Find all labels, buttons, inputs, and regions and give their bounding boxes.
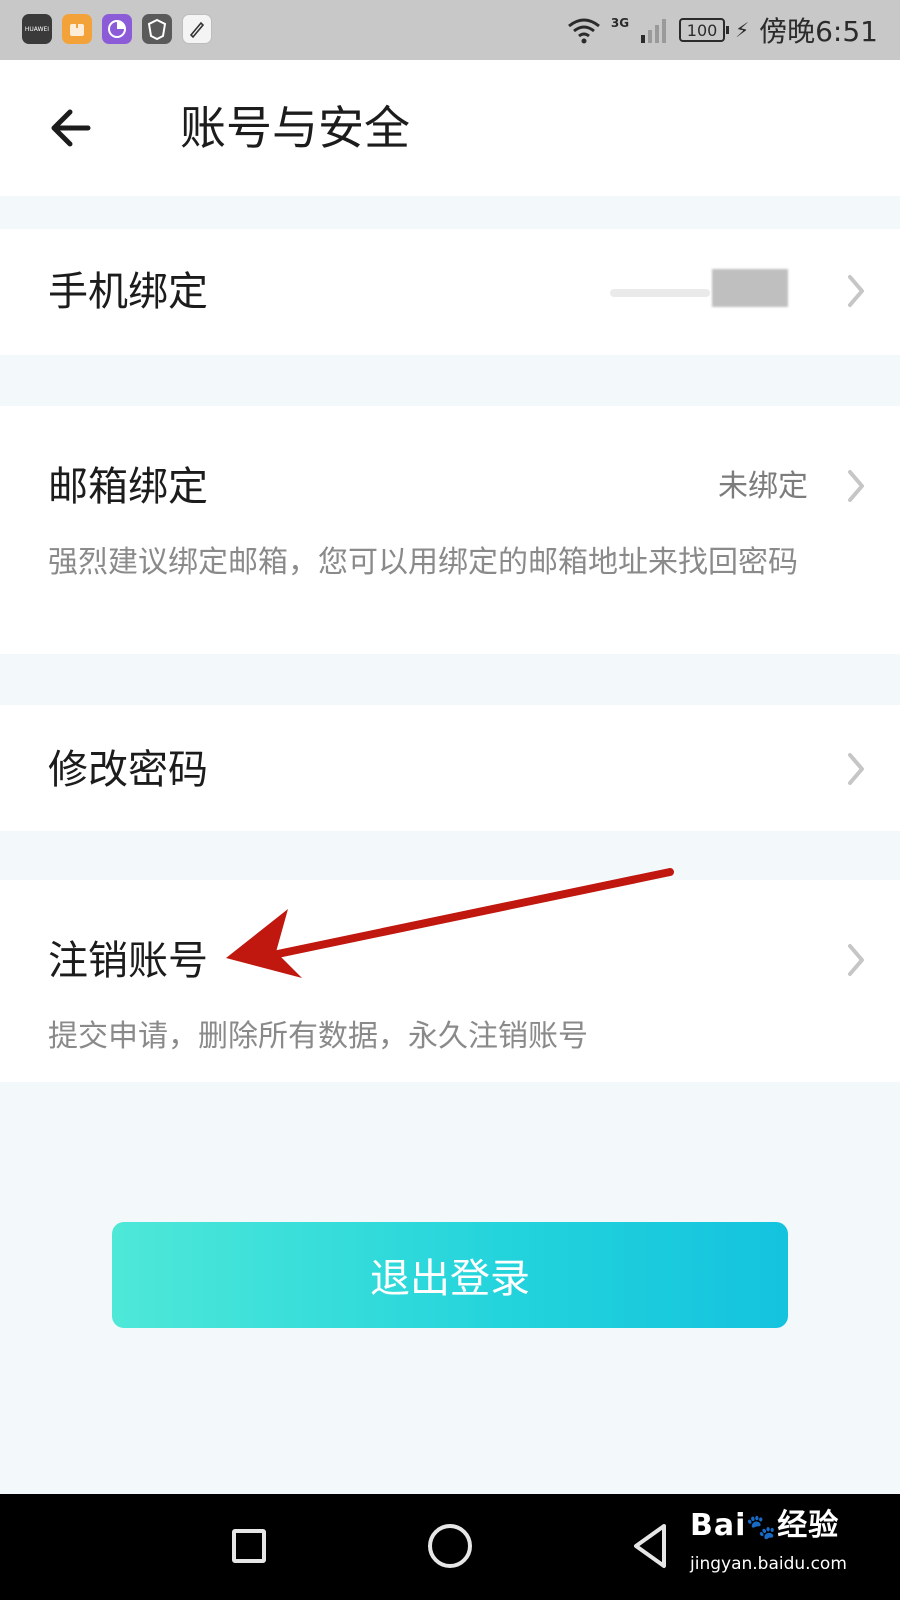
- deactivate-account-title: 注销账号: [48, 938, 208, 984]
- chart-app-icon: [102, 14, 132, 44]
- redacted-phone-blur: [610, 289, 710, 297]
- huawei-icon: HUAWEI: [22, 14, 52, 44]
- email-binding-title: 邮箱绑定: [48, 464, 208, 510]
- deactivate-account-row[interactable]: 注销账号 提交申请，删除所有数据，永久注销账号: [0, 880, 900, 1082]
- watermark-logo: Bai🐾经验: [690, 1506, 860, 1547]
- change-password-title: 修改密码: [48, 747, 208, 793]
- phone-binding-title: 手机绑定: [48, 269, 208, 315]
- phone-binding-row[interactable]: 手机绑定: [0, 229, 900, 355]
- paw-icon: 🐾: [746, 1513, 778, 1541]
- deactivate-account-description: 提交申请，删除所有数据，永久注销账号: [48, 1019, 588, 1054]
- logout-label: 退出登录: [370, 1256, 530, 1302]
- watermark-brand-suffix: 经验: [777, 1508, 840, 1543]
- network-type-label: 3G: [610, 16, 630, 30]
- triangle-back-icon[interactable]: [630, 1522, 670, 1570]
- chevron-right-icon: [848, 275, 864, 307]
- email-binding-row[interactable]: 邮箱绑定 未绑定 强烈建议绑定邮箱，您可以用绑定的邮箱地址来找回密码: [0, 406, 900, 654]
- notification-icons: HUAWEI: [22, 14, 212, 44]
- charging-icon: ⚡: [735, 18, 750, 42]
- email-binding-description: 强烈建议绑定邮箱，您可以用绑定的邮箱地址来找回密码: [48, 545, 798, 580]
- chevron-right-icon: [848, 470, 864, 502]
- app-header: 账号与安全: [0, 60, 900, 196]
- chevron-right-icon: [848, 753, 864, 785]
- logout-button[interactable]: 退出登录: [112, 1222, 788, 1328]
- chevron-right-icon: [848, 944, 864, 976]
- watermark-url: jingyan.baidu.com: [690, 1554, 847, 1574]
- clock: 傍晚6:51: [759, 15, 878, 48]
- baidu-jingyan-watermark: Bai🐾经验 jingyan.baidu.com: [690, 1506, 860, 1590]
- system-status: 3G 100 ⚡ 傍晚6:51: [567, 10, 878, 50]
- signal-icon: [641, 19, 667, 43]
- arrow-left-icon: [51, 109, 91, 147]
- screen: HUAWEI 3G 100 ⚡ 傍晚6:51 账号与安全 手机绑定 邮箱绑定 未…: [0, 0, 900, 1600]
- redacted-phone-number: [712, 269, 788, 307]
- watermark-brand: Bai: [690, 1508, 747, 1543]
- status-bar: HUAWEI 3G 100 ⚡ 傍晚6:51: [0, 0, 900, 60]
- back-button[interactable]: [40, 98, 100, 158]
- email-binding-status: 未绑定: [718, 469, 808, 504]
- shield-app-icon: [142, 14, 172, 44]
- home-button[interactable]: [428, 1524, 472, 1568]
- pen-app-icon: [182, 14, 212, 44]
- battery-level: 100: [686, 20, 718, 40]
- page-title: 账号与安全: [180, 101, 410, 155]
- package-icon: [62, 14, 92, 44]
- recent-apps-button[interactable]: [232, 1529, 266, 1563]
- wifi-icon: [567, 18, 600, 44]
- change-password-row[interactable]: 修改密码: [0, 705, 900, 831]
- huawei-label: HUAWEI: [24, 25, 50, 33]
- battery-icon: 100: [679, 18, 730, 42]
